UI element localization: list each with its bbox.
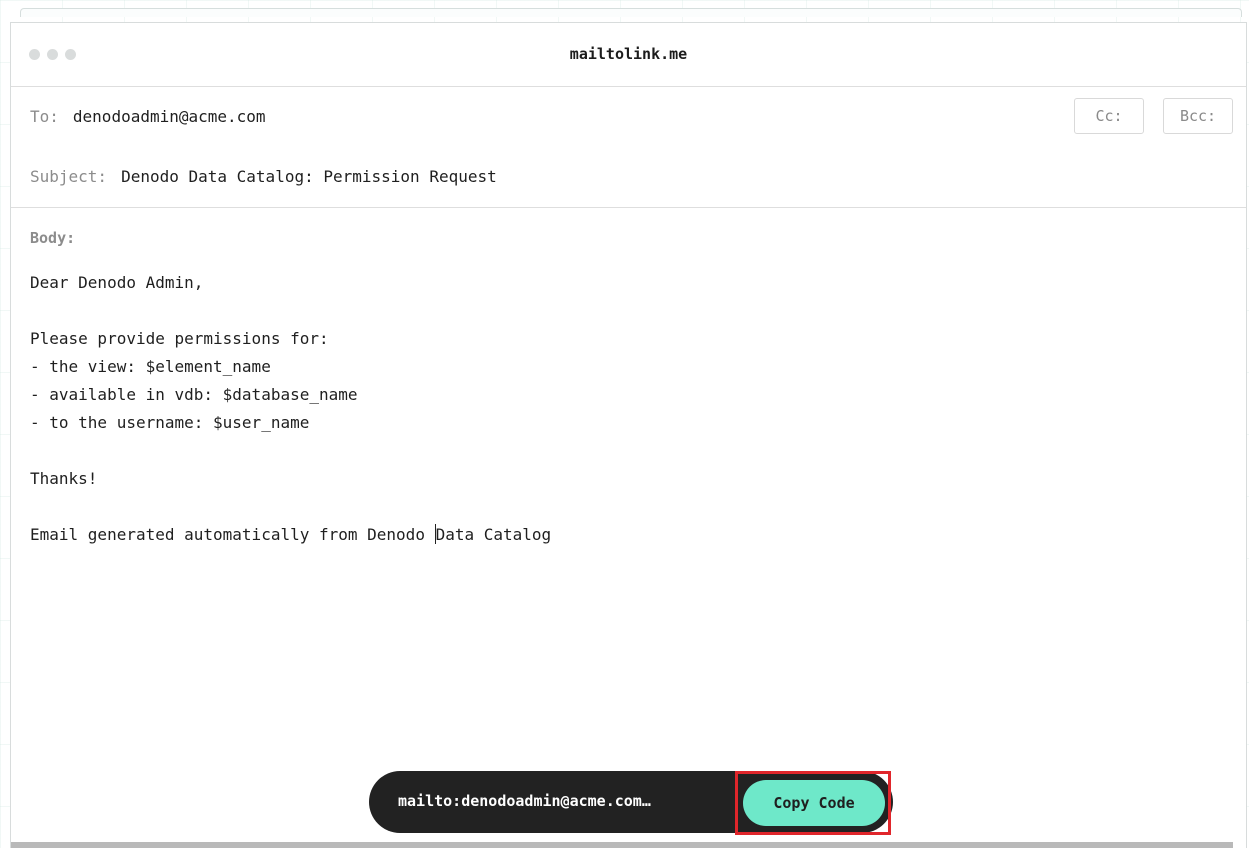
- window-title: mailtolink.me: [569, 45, 688, 63]
- mailto-pill: mailto:denodoadmin@acme.com… Copy Code: [369, 771, 893, 835]
- body-line: Please provide permissions for:: [30, 329, 329, 348]
- subject-label: Subject:: [30, 166, 108, 186]
- copy-code-button[interactable]: Copy Code: [743, 780, 885, 826]
- body-line: [30, 437, 551, 465]
- mailto-link-text: mailto:denodoadmin@acme.com…: [398, 792, 651, 810]
- mail-window: mailtolink.me To: denodoadmin@acme.com C…: [10, 22, 1247, 848]
- title-bar: mailtolink.me: [11, 23, 1246, 87]
- subject-field[interactable]: Denodo Data Catalog: Permission Request: [121, 167, 497, 186]
- page: mailtolink.me To: denodoadmin@acme.com C…: [0, 0, 1249, 848]
- body-line-with-caret: Email generated automatically from Denod…: [30, 521, 551, 549]
- bcc-button[interactable]: Bcc:: [1163, 98, 1233, 134]
- body-line: Thanks!: [30, 469, 98, 488]
- body-line-part: Data Catalog: [435, 525, 552, 544]
- body-line: Dear Denodo Admin,: [30, 273, 204, 292]
- body-line: [30, 297, 551, 325]
- to-row: To: denodoadmin@acme.com Cc: Bcc:: [11, 87, 1246, 145]
- cc-button[interactable]: Cc:: [1074, 98, 1144, 134]
- body-line: [30, 493, 551, 521]
- body-line: - available in vdb: $database_name: [30, 385, 358, 404]
- to-label: To:: [30, 106, 59, 126]
- body-line: - to the username: $user_name: [30, 413, 310, 432]
- body-label: Body:: [30, 229, 76, 247]
- to-field[interactable]: denodoadmin@acme.com: [73, 107, 266, 126]
- body-field[interactable]: Dear Denodo Admin, Please provide permis…: [30, 269, 551, 549]
- body-line-part: Email generated automatically from Denod…: [30, 525, 435, 544]
- horizontal-scrollbar[interactable]: [11, 842, 1233, 848]
- window-stack-shadow: [20, 8, 1242, 17]
- body-line: - the view: $element_name: [30, 357, 271, 376]
- subject-row: Subject: Denodo Data Catalog: Permission…: [11, 145, 1246, 208]
